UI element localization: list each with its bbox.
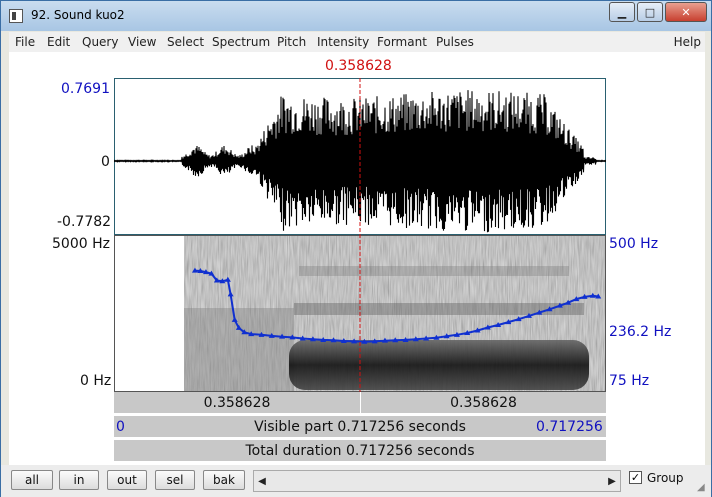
- selection-right-label: 0.358628: [450, 394, 517, 411]
- minimize-button[interactable]: ▁: [609, 2, 635, 22]
- menu-file[interactable]: File: [15, 35, 35, 49]
- app-icon: [9, 9, 23, 23]
- window-title: 92. Sound kuo2: [31, 8, 125, 22]
- menu-spectrum[interactable]: Spectrum: [212, 35, 270, 49]
- maximize-button[interactable]: □: [637, 2, 663, 22]
- cursor-time-label: 0.358628: [325, 58, 392, 74]
- menu-intensity[interactable]: Intensity: [317, 35, 369, 49]
- menu-query[interactable]: Query: [82, 35, 118, 49]
- menu-bar: File Edit Query View Select Spectrum Pit…: [9, 32, 705, 52]
- menu-pulses[interactable]: Pulses: [436, 35, 474, 49]
- zoom-all-button[interactable]: all: [11, 470, 53, 490]
- zoom-out-button[interactable]: out: [107, 470, 147, 490]
- signal-display[interactable]: [114, 78, 606, 392]
- visible-part-label: Visible part 0.717256 seconds: [254, 418, 466, 435]
- waveform-min-label: -0.7782: [57, 214, 112, 230]
- spectrogram-bottom-label: 0 Hz: [80, 373, 112, 389]
- zoom-in-button[interactable]: in: [59, 470, 99, 490]
- menu-help[interactable]: Help: [674, 35, 701, 49]
- pitch-bottom-label: 75 Hz: [609, 373, 650, 389]
- menu-pitch[interactable]: Pitch: [277, 35, 306, 49]
- zoom-selection-button[interactable]: sel: [155, 470, 195, 490]
- horizontal-scrollbar[interactable]: ◀ ▶: [253, 470, 621, 492]
- menu-select[interactable]: Select: [167, 35, 204, 49]
- visible-start-label: 0: [116, 419, 125, 435]
- menu-view[interactable]: View: [128, 35, 156, 49]
- menu-formant[interactable]: Formant: [377, 35, 427, 49]
- close-button[interactable]: ✕: [665, 2, 707, 22]
- waveform-zero-label: 0: [101, 154, 110, 170]
- scroll-right-icon[interactable]: ▶: [604, 471, 620, 491]
- pitch-mid-label: 236.2 Hz: [609, 324, 672, 340]
- selection-left-bar[interactable]: 0.358628: [114, 392, 360, 414]
- title-bar[interactable]: 92. Sound kuo2 ▁ □ ✕: [1, 1, 711, 31]
- group-checkbox[interactable]: ✓: [629, 471, 642, 484]
- visible-end-label: 0.717256: [536, 419, 603, 435]
- spectrogram-top-label: 5000 Hz: [52, 236, 110, 252]
- selection-right-bar[interactable]: 0.358628: [361, 392, 606, 414]
- pitch-top-label: 500 Hz: [609, 236, 659, 252]
- praat-sound-window: 92. Sound kuo2 ▁ □ ✕ File Edit Query Vie…: [0, 0, 712, 497]
- spectrogram: [184, 236, 605, 391]
- menu-edit[interactable]: Edit: [47, 35, 70, 49]
- bottom-toolbar: all in out sel bak ◀ ▶: [1, 465, 711, 497]
- zoom-back-button[interactable]: bak: [203, 470, 245, 490]
- total-duration-bar[interactable]: Total duration 0.717256 seconds: [114, 440, 606, 462]
- group-label: Group: [647, 471, 684, 485]
- editor-area: 0.358628 0.7691 0 -0.7782 5000 Hz 0 Hz 5…: [9, 52, 705, 465]
- total-duration-label: Total duration 0.717256 seconds: [245, 442, 475, 459]
- scroll-left-icon[interactable]: ◀: [254, 471, 270, 491]
- waveform-max-label: 0.7691: [61, 81, 110, 97]
- visible-part-bar[interactable]: Visible part 0.717256 seconds: [114, 416, 606, 438]
- selection-left-label: 0.358628: [203, 394, 271, 411]
- resize-grip-icon[interactable]: ◢: [697, 482, 709, 494]
